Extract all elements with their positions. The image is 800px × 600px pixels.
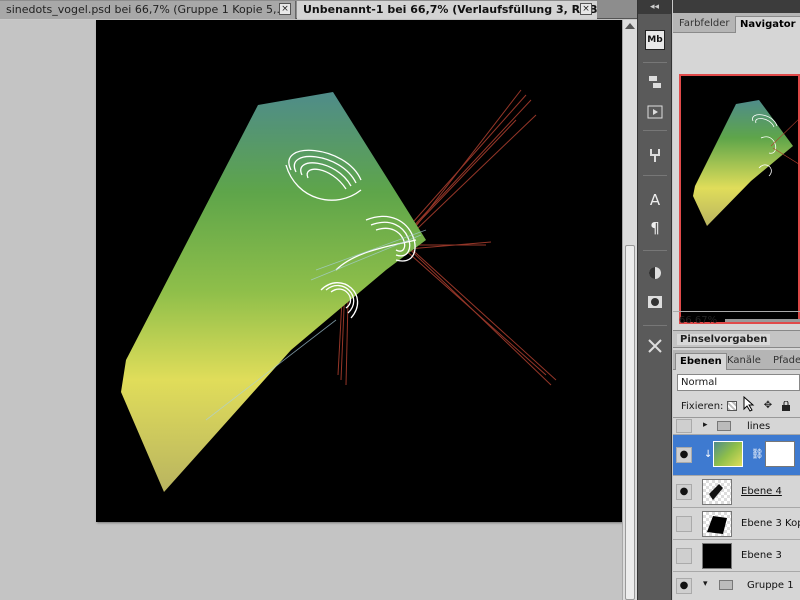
divider [643,175,667,176]
adjustments-icon[interactable] [645,263,665,283]
scroll-thumb[interactable] [625,245,635,600]
mask-thumbnail[interactable] [765,441,795,467]
lock-row: Fixieren: ✥ [673,395,800,416]
eye-icon[interactable]: ● [676,484,692,500]
tab-title: sinedots_vogel.psd bei 66,7% (Gruppe 1 K… [6,3,287,16]
tab-farbfelder[interactable]: Farbfelder [675,16,733,33]
layer-row-gradient-fill[interactable]: ● ↓ ⛓ [673,435,800,476]
link-icon[interactable]: ⛓ [751,449,764,460]
divider [643,62,667,63]
masks-icon[interactable] [645,292,665,312]
layers-list: ▸ lines ● ↓ ⛓ ● Ebene 4 Ebene 3 Ko Ebene… [673,417,800,600]
actions-icon[interactable] [645,102,665,122]
brush-presets-header: Pinselvorgaben [673,330,800,348]
eye-icon[interactable]: ● [676,578,692,594]
navigator-preview[interactable] [679,74,800,324]
visibility-toggle[interactable] [676,516,692,532]
character-icon[interactable]: A [645,190,665,210]
lock-position-icon[interactable]: ✥ [763,401,773,411]
layer-thumbnail[interactable] [702,543,732,569]
document-tab-bar: sinedots_vogel.psd bei 66,7% (Gruppe 1 K… [0,0,637,19]
cursor-arrow-icon [743,395,755,412]
close-icon[interactable]: × [580,3,592,15]
mini-bridge-icon[interactable]: Mb [645,30,665,50]
layer-row-ebene-3-kopie[interactable]: Ebene 3 Kopie [673,508,800,540]
photoshop-window: sinedots_vogel.psd bei 66,7% (Gruppe 1 K… [0,0,800,600]
zoom-slider[interactable] [725,319,800,322]
clip-arrow-icon: ↓ [704,449,713,460]
navigator-zoom-row: 66.67% [673,311,800,329]
tab-sinedots[interactable]: sinedots_vogel.psd bei 66,7% (Gruppe 1 K… [0,1,296,19]
folder-icon [717,421,731,431]
zoom-value[interactable]: 66.67% [679,315,717,326]
tab-unbenannt[interactable]: Unbenannt-1 bei 66,7% (Verlaufsfüllung 3… [297,1,597,19]
expand-arrow-icon[interactable]: ▸ [703,420,708,430]
collapse-arrow-icon[interactable]: ▾ [703,579,708,589]
layer-name: Ebene 3 Kopie [741,518,800,529]
workspace [0,20,622,600]
folder-icon [719,580,733,590]
navigator-tab-row: Farbfelder Navigator [673,13,800,33]
tool-presets-icon[interactable] [645,145,665,165]
scroll-up-arrow-icon[interactable] [625,23,635,29]
layer-name: Ebene 4 [741,486,782,497]
divider [643,130,667,131]
history-icon[interactable] [645,72,665,92]
layer-row-ebene-4[interactable]: ● Ebene 4 [673,476,800,508]
tab-kanaele[interactable]: Kanäle [723,353,765,370]
layer-row-ebene-3[interactable]: Ebene 3 [673,540,800,572]
lock-transparency-icon[interactable] [727,401,737,411]
layer-name: Gruppe 1 [747,580,794,591]
layer-thumbnail[interactable] [702,479,732,505]
blend-mode-row: Normal [673,371,800,395]
tab-pfade[interactable]: Pfade [769,353,800,370]
visibility-toggle[interactable] [676,419,692,433]
lock-label: Fixieren: [681,401,724,412]
panel-icon-strip: ◂◂ Mb A ¶ [637,0,672,600]
gradient-thumbnail[interactable] [713,441,743,467]
visibility-toggle[interactable] [676,548,692,564]
eye-icon[interactable]: ● [676,447,692,463]
layers-tab-row: Ebenen Kanäle Pfade [673,350,800,370]
layer-name: lines [747,421,771,432]
tab-ebenen[interactable]: Ebenen [675,353,727,370]
tab-title: Unbenannt-1 bei 66,7% (Verlaufsfüllung 3… [303,3,597,16]
divider [643,325,667,326]
navigator-panel [673,54,800,324]
panel-header [673,0,800,13]
paragraph-icon[interactable]: ¶ [645,218,665,238]
close-icon[interactable]: × [279,3,291,15]
layer-name: Ebene 3 [741,550,782,561]
collapse-strip-icon[interactable]: ◂◂ [638,0,671,14]
vertical-scrollbar[interactable] [622,20,637,600]
layer-thumbnail[interactable] [702,511,732,537]
tab-navigator[interactable]: Navigator [735,16,800,33]
divider [643,250,667,251]
gradient-shape [121,92,426,492]
document-canvas[interactable] [96,20,622,522]
tab-pinselvorgaben[interactable]: Pinselvorgaben [677,334,771,345]
blend-mode-select[interactable]: Normal [677,374,800,391]
layer-row-gruppe-1[interactable]: ● ▾ Gruppe 1 [673,572,800,600]
lock-all-icon[interactable] [781,400,791,411]
right-panel: Farbfelder Navigator 66.67% Pinselvorgab… [673,0,800,600]
brush-tools-icon[interactable] [645,336,665,356]
layer-row-lines[interactable]: ▸ lines [673,418,800,435]
artwork [121,89,557,492]
